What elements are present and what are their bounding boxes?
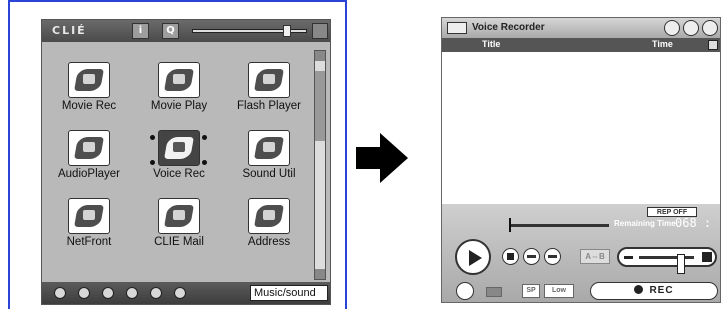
list-menu-button[interactable] bbox=[708, 40, 718, 50]
app-label: Sound Util bbox=[242, 168, 296, 180]
playback-position-cursor[interactable] bbox=[509, 218, 511, 232]
selection-handle bbox=[202, 135, 207, 140]
launcher-scrollbar[interactable] bbox=[314, 50, 326, 280]
sound-util-icon[interactable] bbox=[248, 130, 290, 166]
menu-icon[interactable] bbox=[78, 287, 90, 299]
column-time-header[interactable]: Time bbox=[652, 39, 673, 49]
list-view-icon[interactable] bbox=[486, 287, 502, 297]
app-label: Movie Rec bbox=[61, 100, 117, 112]
app-sound-util[interactable]: Sound Util bbox=[226, 130, 312, 190]
play-button[interactable] bbox=[455, 239, 491, 275]
app-address[interactable]: Address bbox=[226, 198, 312, 258]
brightness-slider-thumb[interactable] bbox=[283, 25, 291, 37]
selection-handle bbox=[202, 160, 207, 165]
launcher-top-bar: CLIÉ i Q bbox=[42, 20, 330, 42]
app-movie-play[interactable]: Movie Play bbox=[136, 62, 222, 122]
volume-thumb[interactable] bbox=[677, 254, 685, 274]
display-mode-icon[interactable] bbox=[312, 23, 328, 39]
clie-logo: CLIÉ bbox=[52, 24, 87, 37]
remaining-time-label: Remaining Time bbox=[614, 219, 676, 228]
rewind-button[interactable] bbox=[523, 248, 540, 265]
playback-progress-track[interactable] bbox=[509, 224, 609, 227]
speaker-icon[interactable] bbox=[664, 20, 680, 36]
comparison-stage: CLIÉ i Q Movie Rec Movie Play Flash Play… bbox=[0, 0, 725, 309]
selection-handle bbox=[150, 160, 155, 165]
app-label: Address bbox=[247, 236, 291, 248]
recordings-list-header: Title Time bbox=[442, 38, 720, 52]
movie-play-icon[interactable] bbox=[158, 62, 200, 98]
app-label: CLIE Mail bbox=[154, 236, 204, 248]
volume-control[interactable] bbox=[617, 247, 717, 274]
fast-forward-button[interactable] bbox=[544, 248, 561, 265]
voice-rec-icon[interactable] bbox=[158, 130, 200, 166]
calculator-icon[interactable] bbox=[126, 287, 138, 299]
volume-down-icon[interactable] bbox=[624, 256, 633, 259]
app-label: AudioPlayer bbox=[57, 168, 120, 180]
voice-recorder-title-bar: Voice Recorder bbox=[442, 18, 720, 38]
app-grid: Movie Rec Movie Play Flash Player AudioP… bbox=[46, 44, 316, 280]
volume-icon[interactable] bbox=[683, 20, 699, 36]
app-label: Movie Play bbox=[150, 100, 208, 112]
volume-track[interactable] bbox=[639, 254, 694, 274]
scroll-down-arrow-icon[interactable] bbox=[315, 269, 325, 279]
selection-handle bbox=[150, 135, 155, 140]
recordings-list[interactable] bbox=[442, 52, 720, 204]
recorder-controls: REP OFF Remaining Time 068 : 18 A⇔B SP bbox=[442, 204, 720, 302]
column-title-header[interactable]: Title bbox=[482, 39, 500, 49]
voice-recorder-screen: Voice Recorder Title Time REP OFF Remain… bbox=[441, 17, 721, 303]
app-audio-player[interactable]: AudioPlayer bbox=[46, 130, 132, 190]
app-label: NetFront bbox=[66, 236, 112, 248]
app-movie-rec[interactable]: Movie Rec bbox=[46, 62, 132, 122]
right-arrow-icon bbox=[356, 133, 408, 183]
record-label: REC bbox=[649, 285, 674, 296]
mode-icon[interactable] bbox=[456, 282, 474, 300]
remaining-time-value: 068 : 18 bbox=[675, 216, 720, 230]
find-icon[interactable] bbox=[102, 287, 114, 299]
record-button[interactable]: REC bbox=[590, 282, 718, 300]
stop-button[interactable] bbox=[502, 248, 519, 265]
low-quality-button[interactable]: Low bbox=[544, 284, 574, 298]
clie-mail-icon[interactable] bbox=[158, 198, 200, 234]
launcher-screen: CLIÉ i Q Movie Rec Movie Play Flash Play… bbox=[41, 19, 331, 305]
app-clie-mail[interactable]: CLIE Mail bbox=[136, 198, 222, 258]
ab-repeat-button[interactable]: A⇔B bbox=[580, 249, 610, 264]
app-label: Flash Player bbox=[237, 100, 301, 112]
netfront-icon[interactable] bbox=[68, 198, 110, 234]
scroll-thumb[interactable] bbox=[315, 71, 325, 141]
app-label: Voice Rec bbox=[153, 168, 205, 180]
info-button[interactable]: i bbox=[132, 23, 149, 39]
audio-player-icon[interactable] bbox=[68, 130, 110, 166]
delete-icon[interactable] bbox=[702, 20, 718, 36]
launcher-highlight-frame: CLIÉ i Q Movie Rec Movie Play Flash Play… bbox=[8, 0, 347, 309]
recorder-bottom-row: SP Low REC bbox=[442, 279, 720, 302]
movie-rec-icon[interactable] bbox=[68, 62, 110, 98]
address-icon[interactable] bbox=[248, 198, 290, 234]
record-dot-icon bbox=[634, 285, 644, 294]
brightness-slider[interactable] bbox=[192, 25, 307, 37]
sp-quality-button[interactable]: SP bbox=[522, 284, 540, 298]
search-button[interactable]: Q bbox=[162, 23, 179, 39]
app-netfront[interactable]: NetFront bbox=[46, 198, 132, 258]
flash-player-icon[interactable] bbox=[248, 62, 290, 98]
settings-icon[interactable] bbox=[174, 287, 186, 299]
scroll-up-arrow-icon[interactable] bbox=[315, 51, 325, 61]
category-dropdown[interactable]: Music/sound bbox=[250, 285, 328, 301]
voice-recorder-app-icon bbox=[447, 22, 467, 34]
launcher-bottom-bar: Music/sound bbox=[42, 282, 330, 304]
home-icon[interactable] bbox=[54, 287, 66, 299]
window-title: Voice Recorder bbox=[472, 22, 545, 33]
volume-up-icon[interactable] bbox=[702, 252, 712, 262]
app-voice-rec[interactable]: Voice Rec bbox=[136, 130, 222, 190]
jog-icon[interactable] bbox=[150, 287, 162, 299]
app-flash-player[interactable]: Flash Player bbox=[226, 62, 312, 122]
